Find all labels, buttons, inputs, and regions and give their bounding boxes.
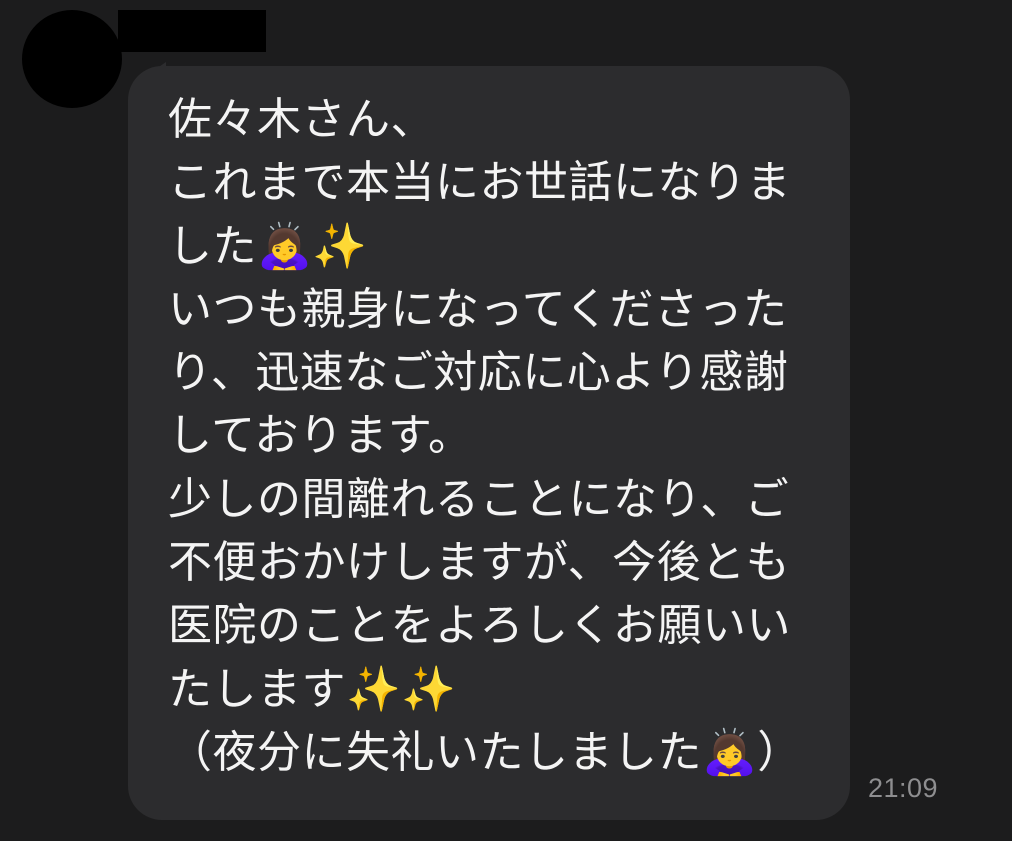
- message-line: いつも親身になってくださった: [168, 283, 788, 335]
- message-line: 少しの間離れることになり、ご: [168, 473, 790, 525]
- message-line: しております。: [168, 410, 473, 462]
- message-line: 不便おかけしますが、今後とも: [168, 537, 791, 589]
- sender-avatar[interactable]: [22, 10, 122, 108]
- message-timestamp: 21:09: [868, 773, 939, 803]
- sender-name-redacted: [118, 10, 266, 52]
- message-line: 医院のことをよろしくお願いい: [168, 600, 791, 652]
- message-line: り、迅速なご対応に心より感謝: [168, 347, 789, 399]
- message-line: 佐々木さん、: [168, 94, 435, 145]
- message-line: した🙇‍♀️✨: [168, 220, 368, 272]
- message-line: これまで本当にお世話になりま: [168, 157, 791, 209]
- message-line: （夜分に失礼いたしました🙇‍♀️）: [168, 726, 802, 778]
- message-body: 佐々木さん、 これまで本当にお世話になりま した🙇‍♀️✨ いつも親身になってく…: [128, 66, 850, 820]
- message-line: たします✨✨: [168, 663, 457, 715]
- message-bubble[interactable]: 佐々木さん、 これまで本当にお世話になりま した🙇‍♀️✨ いつも親身になってく…: [128, 62, 850, 820]
